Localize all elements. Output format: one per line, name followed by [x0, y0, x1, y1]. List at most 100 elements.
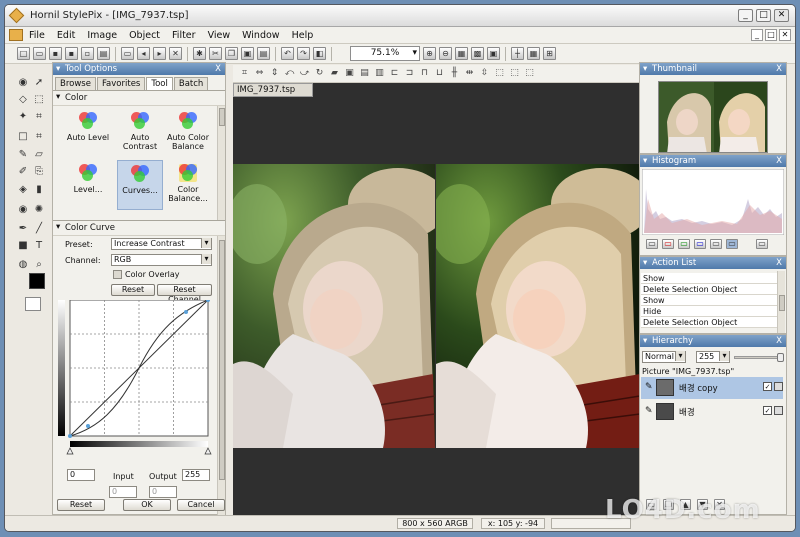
lasso-icon[interactable]: ◇	[17, 94, 29, 106]
blend-mode-select[interactable]: Normal	[642, 351, 686, 363]
close-doc-icon[interactable]: ▫	[81, 47, 94, 60]
menu-window[interactable]: Window	[236, 30, 285, 41]
menu-help[interactable]: Help	[286, 30, 320, 41]
list-item[interactable]: Delete Selection Object	[641, 284, 777, 295]
opacity-slider-thumb[interactable]	[777, 353, 784, 362]
text-tool-icon[interactable]: T	[33, 240, 45, 252]
mdi-minimize-button[interactable]: _	[751, 29, 763, 41]
list-item[interactable]: Show	[641, 273, 777, 284]
brush-icon[interactable]: ✎	[17, 149, 29, 161]
opacity-field[interactable]: 255	[696, 351, 730, 363]
flip-h-icon[interactable]: ⇔	[254, 68, 265, 79]
curve-scrollbar[interactable]	[217, 236, 225, 526]
tab-tool[interactable]: Tool	[146, 77, 173, 90]
layer-down-icon[interactable]: ▥	[374, 68, 385, 79]
document-tab[interactable]: IMG_7937.tsp	[233, 83, 313, 97]
zoom-in-icon[interactable]: ⊕	[423, 47, 436, 60]
maximize-button[interactable]: □	[756, 9, 771, 22]
delete-icon[interactable]: ✕	[169, 47, 182, 60]
rotate-left-icon[interactable]: ⤺	[284, 68, 295, 79]
fullscreen-icon[interactable]: ▣	[487, 47, 500, 60]
list-item[interactable]: Show	[641, 295, 777, 306]
background-color-swatch[interactable]	[25, 297, 41, 311]
guides-icon[interactable]: ┼	[511, 47, 524, 60]
effect-curves[interactable]: Curves...	[117, 160, 163, 210]
layer-visible-checkbox[interactable]: ✓	[763, 406, 772, 415]
crop-canvas-icon[interactable]: ⌗	[239, 68, 250, 79]
layer-row-copy[interactable]: ✎ 배경 copy ✓	[641, 377, 783, 399]
input-field[interactable]: 0	[109, 486, 137, 498]
new-icon[interactable]: □	[17, 47, 30, 60]
shape-icon[interactable]: ■	[17, 240, 29, 252]
undo-icon[interactable]: ↶	[281, 47, 294, 60]
layer-row-background[interactable]: ✎ 배경 ✓	[641, 401, 783, 423]
color-section-header[interactable]: Color	[53, 90, 225, 106]
opacity-slider[interactable]	[734, 353, 784, 362]
curve-graph[interactable]	[58, 300, 214, 456]
curve-scrollbar-thumb[interactable]	[219, 240, 225, 480]
output-field[interactable]: 0	[149, 486, 177, 498]
histogram-luma-icon[interactable]: ▭	[710, 239, 722, 249]
image-original[interactable]	[233, 164, 435, 448]
magic-wand-icon[interactable]: ✦	[17, 111, 29, 123]
histogram-blue-icon[interactable]: ▭	[694, 239, 706, 249]
grid-icon[interactable]: ▦	[527, 47, 540, 60]
red-eye-icon[interactable]: ◉	[17, 204, 29, 216]
color-curve-section-header[interactable]: Color Curve	[53, 220, 225, 236]
histogram-rgb-icon[interactable]: ▭	[726, 239, 738, 249]
color-picker-icon[interactable]: ◍	[17, 259, 29, 271]
zoom-select[interactable]: 75.1%	[350, 46, 420, 61]
ok-button[interactable]: OK	[123, 499, 171, 511]
fit-icon[interactable]: ▦	[455, 47, 468, 60]
histogram-red-icon[interactable]: ▭	[662, 239, 674, 249]
clone-icon[interactable]: ⎘	[33, 166, 45, 178]
mdi-close-button[interactable]: ✕	[779, 29, 791, 41]
tab-favorites[interactable]: Favorites	[96, 77, 146, 90]
effect-auto-color-balance[interactable]: Auto Color Balance	[165, 108, 211, 158]
copy-icon[interactable]: ❐	[225, 47, 238, 60]
color-overlay-checkbox[interactable]	[113, 270, 122, 279]
mdi-restore-button[interactable]: □	[765, 29, 777, 41]
rotate-right-icon[interactable]: ⤻	[299, 68, 310, 79]
align-left-icon[interactable]: ⊏	[389, 68, 400, 79]
monitor-icon[interactable]: ▭	[121, 47, 134, 60]
image-edited[interactable]	[436, 164, 640, 448]
align-bottom-icon[interactable]: ⊔	[434, 68, 445, 79]
select-object-icon[interactable]: □	[17, 131, 29, 143]
layer-up-icon[interactable]: ▤	[359, 68, 370, 79]
paste-icon[interactable]: ▣	[241, 47, 254, 60]
crop-icon[interactable]: ⌗	[33, 111, 45, 123]
rotate-icon[interactable]: ↻	[314, 68, 325, 79]
skew-icon[interactable]: ▰	[329, 68, 340, 79]
frame2-icon[interactable]: ⬚	[509, 68, 520, 79]
list-item[interactable]: Delete Selection Object	[641, 317, 777, 328]
menu-filter[interactable]: Filter	[166, 30, 202, 41]
redo-icon[interactable]: ↷	[297, 47, 310, 60]
prev-icon[interactable]: ◂	[137, 47, 150, 60]
foreground-color-swatch[interactable]	[29, 273, 45, 289]
black-point-field[interactable]: 0	[67, 469, 95, 481]
open-icon[interactable]: ▭	[33, 47, 46, 60]
minimize-button[interactable]: _	[738, 9, 753, 22]
thumbnail-close-icon[interactable]: X	[776, 63, 782, 75]
preset-select[interactable]: Increase Contrast	[111, 238, 212, 250]
print-icon[interactable]: ▤	[97, 47, 110, 60]
pencil-icon[interactable]: ✐	[17, 166, 29, 178]
close-button[interactable]: ✕	[774, 9, 789, 22]
transform-icon[interactable]: ⌗	[33, 131, 45, 143]
menu-object[interactable]: Object	[123, 30, 166, 41]
snap-icon[interactable]: ⊞	[543, 47, 556, 60]
list-item[interactable]: Hide	[641, 306, 777, 317]
pointer-icon[interactable]: ➚	[33, 77, 45, 89]
pen-icon[interactable]: ✒	[17, 223, 29, 235]
channel-select[interactable]: RGB	[111, 254, 212, 266]
frame3-icon[interactable]: ⬚	[524, 68, 535, 79]
action-list-close-icon[interactable]: X	[776, 257, 782, 269]
effect-auto-contrast[interactable]: Auto Contrast	[117, 108, 163, 158]
menu-view[interactable]: View	[202, 30, 237, 41]
action-list-scrollbar[interactable]	[777, 271, 785, 333]
align-icon[interactable]: ▣	[344, 68, 355, 79]
save-all-icon[interactable]: ▪	[65, 47, 78, 60]
save-icon[interactable]: ▪	[49, 47, 62, 60]
action-list-scrollbar-thumb[interactable]	[779, 295, 785, 311]
